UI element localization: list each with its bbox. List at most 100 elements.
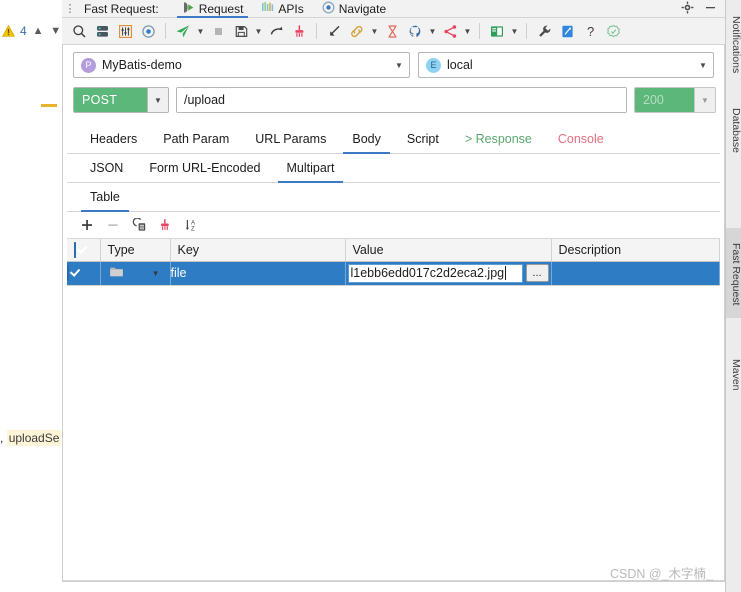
tab-apis[interactable]: APIs bbox=[252, 0, 312, 18]
tab-body[interactable]: Body bbox=[339, 124, 394, 154]
tool-window-maven[interactable]: Maven bbox=[726, 348, 741, 400]
tab-url-params[interactable]: URL Params bbox=[242, 124, 339, 153]
row-key-cell[interactable]: file bbox=[170, 261, 346, 286]
redo-icon[interactable] bbox=[265, 20, 287, 42]
row-type-cell[interactable]: ▼ bbox=[100, 261, 171, 286]
table-empty-area bbox=[67, 285, 720, 526]
sort-az-icon[interactable]: A Z bbox=[179, 214, 203, 236]
gutter-change-marker bbox=[41, 104, 57, 107]
tab-path-param-label: Path Param bbox=[163, 131, 230, 146]
row-value-cell[interactable]: l1ebb6edd017c2d2eca2.jpg ... bbox=[345, 261, 552, 286]
save-icon[interactable] bbox=[230, 20, 252, 42]
book-options-caret-icon[interactable]: ▼ bbox=[509, 20, 520, 42]
tab-form-url-encoded[interactable]: Form URL-Encoded bbox=[136, 153, 273, 182]
chevron-down-icon[interactable]: ▼ bbox=[147, 88, 168, 112]
tool-window-strip: Notifications Database Fast Request Mave… bbox=[725, 0, 741, 592]
chevron-down-icon[interactable]: ▼ bbox=[695, 61, 711, 70]
value-input[interactable]: l1ebb6edd017c2d2eca2.jpg bbox=[347, 263, 523, 283]
svg-text:Z: Z bbox=[191, 226, 195, 232]
github-options-caret-icon[interactable]: ▼ bbox=[427, 20, 438, 42]
tab-table-label: Table bbox=[90, 189, 120, 204]
wrench-icon[interactable] bbox=[533, 20, 555, 42]
tab-multipart[interactable]: Multipart bbox=[274, 153, 348, 183]
add-row-icon[interactable] bbox=[75, 214, 99, 236]
tab-console[interactable]: Console bbox=[545, 124, 617, 153]
tab-console-label: Console bbox=[557, 131, 604, 146]
search-icon[interactable] bbox=[68, 20, 90, 42]
share-icon[interactable] bbox=[439, 20, 461, 42]
table-header-key[interactable]: Key bbox=[170, 239, 346, 262]
row-checkbox[interactable] bbox=[67, 265, 69, 281]
link-options-caret-icon[interactable]: ▼ bbox=[369, 20, 380, 42]
tool-window-fast-request[interactable]: Fast Request bbox=[726, 228, 741, 318]
gear-icon[interactable] bbox=[681, 1, 694, 16]
tab-json[interactable]: JSON bbox=[77, 153, 136, 182]
tab-headers[interactable]: Headers bbox=[77, 124, 150, 153]
copy-row-icon[interactable] bbox=[127, 214, 151, 236]
badge-icon[interactable] bbox=[602, 20, 624, 42]
stop-icon bbox=[207, 20, 229, 42]
minimize-icon[interactable] bbox=[704, 1, 717, 16]
table-header-type[interactable]: Type bbox=[100, 239, 171, 262]
select-all-checkbox[interactable] bbox=[74, 241, 76, 258]
send-options-caret-icon[interactable]: ▼ bbox=[195, 20, 206, 42]
tab-response[interactable]: > Response bbox=[452, 124, 545, 153]
environment-name: local bbox=[447, 58, 473, 72]
tab-headers-label: Headers bbox=[90, 131, 138, 146]
tab-navigate[interactable]: Navigate bbox=[313, 0, 395, 18]
table-row[interactable]: ▼ file l1ebb6edd017c2d2eca2.jpg ... bbox=[67, 261, 720, 286]
tool-window-notifications[interactable]: Notifications bbox=[726, 2, 741, 86]
url-input[interactable]: /upload bbox=[176, 87, 627, 113]
github-icon[interactable] bbox=[404, 20, 426, 42]
save-options-caret-icon[interactable]: ▼ bbox=[253, 20, 264, 42]
book-icon[interactable] bbox=[486, 20, 508, 42]
import-icon[interactable] bbox=[323, 20, 345, 42]
environment-selector[interactable]: E local ▼ bbox=[418, 52, 714, 78]
status-code-selector[interactable]: 200 ▼ bbox=[634, 87, 716, 113]
table-header-description[interactable]: Description bbox=[551, 239, 720, 262]
apis-bars-icon bbox=[261, 1, 274, 16]
tab-request[interactable]: Request bbox=[173, 0, 253, 18]
chevron-down-icon[interactable]: ▼ bbox=[49, 25, 62, 37]
sliders-icon[interactable] bbox=[114, 20, 136, 42]
browse-file-button[interactable]: ... bbox=[525, 264, 549, 282]
project-name: MyBatis-demo bbox=[102, 58, 182, 72]
clear-table-icon[interactable] bbox=[153, 214, 177, 236]
clean-brush-icon[interactable] bbox=[288, 20, 310, 42]
row-checkbox-cell[interactable] bbox=[67, 261, 101, 286]
hourglass-icon[interactable] bbox=[381, 20, 403, 42]
code-identifier: uploadSe bbox=[6, 430, 62, 446]
toolbar-separator bbox=[165, 23, 166, 39]
tab-table[interactable]: Table bbox=[77, 182, 133, 212]
tab-path-param[interactable]: Path Param bbox=[150, 124, 242, 153]
link-icon[interactable] bbox=[346, 20, 368, 42]
code-fragment: , uploadSe bbox=[0, 430, 62, 446]
help-icon[interactable]: ? bbox=[579, 20, 601, 42]
view-tabstrip: Table bbox=[67, 183, 720, 212]
vertical-dots-icon[interactable]: ⋮ bbox=[62, 3, 78, 14]
chevron-down-icon[interactable]: ▼ bbox=[694, 88, 715, 112]
tab-script[interactable]: Script bbox=[394, 124, 452, 153]
value-text: l1ebb6edd017c2d2eca2.jpg bbox=[350, 266, 505, 280]
table-header-checkbox-cell[interactable] bbox=[67, 239, 101, 262]
chevron-up-icon[interactable]: ▲ bbox=[32, 25, 45, 37]
url-value: /upload bbox=[184, 93, 226, 107]
chevron-down-icon[interactable]: ▼ bbox=[152, 269, 160, 278]
share-options-caret-icon[interactable]: ▼ bbox=[462, 20, 473, 42]
target-icon[interactable] bbox=[137, 20, 159, 42]
row-description-cell[interactable] bbox=[551, 261, 720, 286]
collections-icon[interactable] bbox=[91, 20, 113, 42]
tool-window-database[interactable]: Database bbox=[726, 96, 741, 162]
chevron-down-icon[interactable]: ▼ bbox=[391, 61, 407, 70]
table-header-row: Type Key Value Description bbox=[67, 239, 720, 262]
tab-url-params-label: URL Params bbox=[255, 131, 327, 146]
send-icon[interactable] bbox=[172, 20, 194, 42]
plugin-title: Fast Request: bbox=[84, 1, 159, 16]
tab-multipart-label: Multipart bbox=[286, 160, 335, 175]
request-icon bbox=[182, 1, 195, 17]
toolbar-separator bbox=[526, 23, 527, 39]
table-header-value[interactable]: Value bbox=[345, 239, 552, 262]
project-selector[interactable]: P MyBatis-demo ▼ bbox=[73, 52, 410, 78]
http-method-selector[interactable]: POST ▼ bbox=[73, 87, 169, 113]
blue-square-icon[interactable] bbox=[556, 20, 578, 42]
